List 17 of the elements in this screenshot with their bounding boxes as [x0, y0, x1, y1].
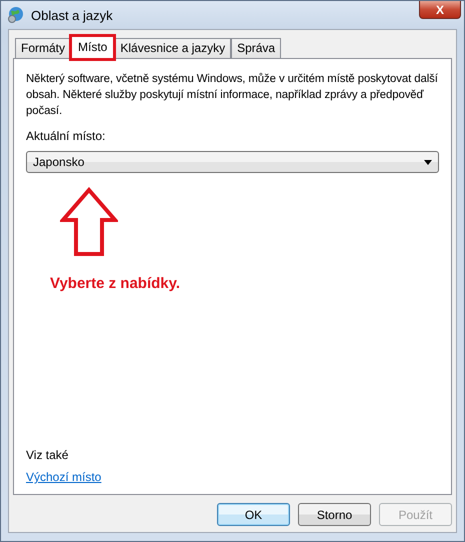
globe-icon	[7, 6, 25, 24]
description-text: Některý software, včetně systému Windows, může v určitém místě poskytovat další obsah. Některé služby poskytují místní informace, například zprávy a předpověď počasí.	[26, 72, 439, 119]
close-button[interactable]: X	[419, 1, 461, 19]
default-location-link[interactable]: Výchozí místo	[26, 470, 102, 484]
window-title: Oblast a jazyk	[31, 8, 114, 22]
section-heading: Viz také	[26, 448, 70, 462]
tab[interactable]: Místo	[71, 36, 114, 59]
dropdown-arrow-icon	[424, 160, 432, 164]
tab[interactable]: Správa	[231, 38, 282, 58]
dialog-button[interactable]: OK	[217, 503, 290, 526]
field-label: Aktuální místo:	[26, 129, 106, 143]
tab[interactable]: Formáty	[15, 38, 72, 58]
annotation-text: Vyberte z nabídky.	[50, 275, 182, 292]
tab[interactable]: Klávesnice a jazyky	[114, 38, 232, 58]
dialog-button[interactable]: Storno	[298, 503, 371, 526]
location-dropdown[interactable]: Japonsko	[26, 151, 439, 173]
arrow-icon	[60, 187, 118, 257]
